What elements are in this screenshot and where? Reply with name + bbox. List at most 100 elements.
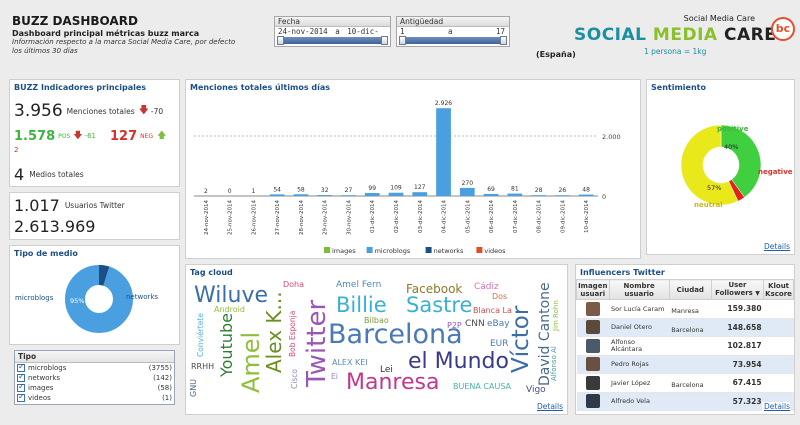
donut-label-networks: networks	[126, 293, 159, 301]
table-row[interactable]: Javier López Barcelona 67.415	[576, 373, 794, 393]
bar[interactable]	[483, 193, 499, 196]
legend-label[interactable]: microblogs	[375, 247, 411, 255]
fecha-track[interactable]	[277, 37, 388, 44]
bar[interactable]	[412, 192, 428, 196]
checkbox-microblogs[interactable]	[17, 362, 25, 372]
checkbox-videos[interactable]	[17, 392, 25, 402]
tag-item[interactable]: Wiluve	[194, 285, 268, 307]
avatar[interactable]	[585, 320, 600, 335]
tag-item[interactable]: Ei	[331, 373, 338, 381]
table-row[interactable]: Pedro Rojas 73.954	[576, 355, 794, 374]
bar[interactable]	[554, 195, 570, 196]
column-header[interactable]: User Followers ▼	[710, 279, 765, 300]
bar[interactable]	[459, 187, 475, 196]
tag-item[interactable]: Twitter	[302, 300, 332, 387]
avatar[interactable]	[585, 394, 600, 409]
tag-item[interactable]: Bob Esponja	[288, 311, 297, 357]
tag-item[interactable]: Alex K...	[262, 291, 286, 373]
tag-item[interactable]: Android	[214, 306, 245, 314]
menciones-label: Menciones totales	[66, 106, 135, 116]
tag-item[interactable]: EUR	[490, 340, 509, 349]
legend-label[interactable]: images	[332, 247, 356, 255]
bar[interactable]	[317, 195, 333, 196]
tag-item[interactable]: Billie	[336, 295, 387, 316]
tag-item[interactable]: BUENA CAUSA	[453, 383, 511, 391]
avatar[interactable]	[585, 301, 600, 316]
tag-item[interactable]: Amel	[237, 332, 265, 393]
bar[interactable]	[341, 195, 356, 196]
sentimiento-details-link[interactable]: Details	[764, 242, 790, 251]
table-row[interactable]: Alfredo Vela 57.323	[576, 392, 794, 411]
tag-item[interactable]: Doha	[283, 281, 304, 289]
influencers-details-link[interactable]: Details	[761, 402, 790, 411]
tag-item[interactable]: Conviértete	[196, 313, 205, 357]
column-header[interactable]: Nombre usuario	[608, 279, 670, 300]
tag-item[interactable]: Dos	[492, 293, 507, 301]
tag-item[interactable]: Cisco	[290, 369, 299, 389]
antiguedad-filter[interactable]: Antigüedad 1 a 17	[396, 16, 510, 47]
avatar[interactable]	[585, 375, 600, 390]
tag-item[interactable]: GNU	[189, 379, 198, 397]
column-header[interactable]: Ciudad	[668, 279, 712, 300]
donut-label-microblogs: microblogs	[15, 294, 54, 302]
bar[interactable]	[531, 195, 546, 196]
tag-item[interactable]: Blanca La	[473, 307, 512, 315]
tagcloud-details-link[interactable]: Details	[537, 402, 563, 411]
checkbox-networks[interactable]	[17, 372, 25, 382]
tipo-item-images[interactable]: images (58)	[15, 382, 174, 393]
bar[interactable]	[269, 194, 285, 196]
user-klout	[763, 318, 794, 337]
tag-item[interactable]: CNN	[465, 320, 485, 329]
antiguedad-track[interactable]	[399, 37, 507, 44]
checkbox-images[interactable]	[17, 382, 25, 392]
tag-item[interactable]: Alfonso Al	[550, 346, 558, 381]
bar[interactable]	[578, 194, 594, 196]
column-header[interactable]: Imagen usuari	[576, 279, 610, 300]
tag-item[interactable]: Víctor	[508, 306, 534, 373]
tag-item[interactable]: Lei	[380, 366, 393, 375]
bar[interactable]	[436, 108, 451, 196]
user-followers: 102.817	[711, 336, 764, 356]
indicadores-title: BUZZ Indicadores principales	[14, 83, 147, 92]
table-row[interactable]: Sor Lucía Caram Manresa 159.380	[576, 299, 794, 319]
bar[interactable]	[507, 193, 523, 196]
tag-item[interactable]: ALEX KEI	[332, 359, 368, 367]
tag-item[interactable]: Bilbao	[364, 317, 389, 325]
fecha-filter[interactable]: Fecha 24-nov-2014 a 10-dic-2014	[274, 16, 391, 47]
sort-desc-icon[interactable]: ▼	[755, 290, 760, 297]
tipo-item-networks[interactable]: networks (142)	[15, 372, 174, 383]
tag-item[interactable]: Sastre	[406, 295, 472, 316]
bar[interactable]	[364, 193, 380, 196]
tag-item[interactable]: Vigo	[526, 386, 546, 395]
bar[interactable]	[388, 192, 404, 196]
antiguedad-handle-start[interactable]	[399, 36, 406, 45]
influencers-title: Influencers Twitter	[580, 268, 665, 277]
donut-slice-networks[interactable]	[98, 264, 110, 286]
tag-item[interactable]: Cádiz	[474, 283, 499, 292]
tag-item[interactable]: P2P	[447, 322, 462, 330]
table-row[interactable]: Alfonso Alcántara 102.817	[576, 336, 794, 356]
tag-item[interactable]: RRHH	[191, 363, 214, 371]
fecha-handle-start[interactable]	[277, 36, 284, 45]
table-row[interactable]: Daniel Otero Barcelona 148.658	[576, 318, 794, 337]
legend-label[interactable]: videos	[484, 247, 506, 255]
fecha-handle-end[interactable]	[381, 36, 388, 45]
tag-item[interactable]: Youtube	[217, 313, 236, 377]
bar-value-label: 28	[535, 187, 543, 194]
column-header[interactable]: Klout Kscore	[763, 279, 794, 300]
bar[interactable]	[293, 194, 309, 196]
tag-item[interactable]: Facebook	[406, 283, 462, 295]
tag-item[interactable]: Jim Rohn	[552, 300, 560, 331]
tag-item[interactable]: Amel Fern	[336, 281, 381, 290]
antiguedad-handle-end[interactable]	[500, 36, 507, 45]
avatar[interactable]	[585, 338, 600, 353]
tipo-medio-panel: Tipo de medio microblogs networks 95%	[9, 245, 180, 345]
tag-item[interactable]: Barcelona	[328, 321, 463, 348]
tipo-item-microblogs[interactable]: microblogs (3755)	[15, 362, 174, 373]
avatar[interactable]	[585, 357, 600, 372]
tag-item[interactable]: eBay	[487, 320, 510, 329]
sent-label-negative: negative	[758, 168, 793, 176]
tag-item[interactable]: Manresa	[346, 372, 439, 394]
tipo-item-videos[interactable]: videos (1)	[15, 392, 174, 403]
legend-label[interactable]: networks	[434, 247, 464, 255]
